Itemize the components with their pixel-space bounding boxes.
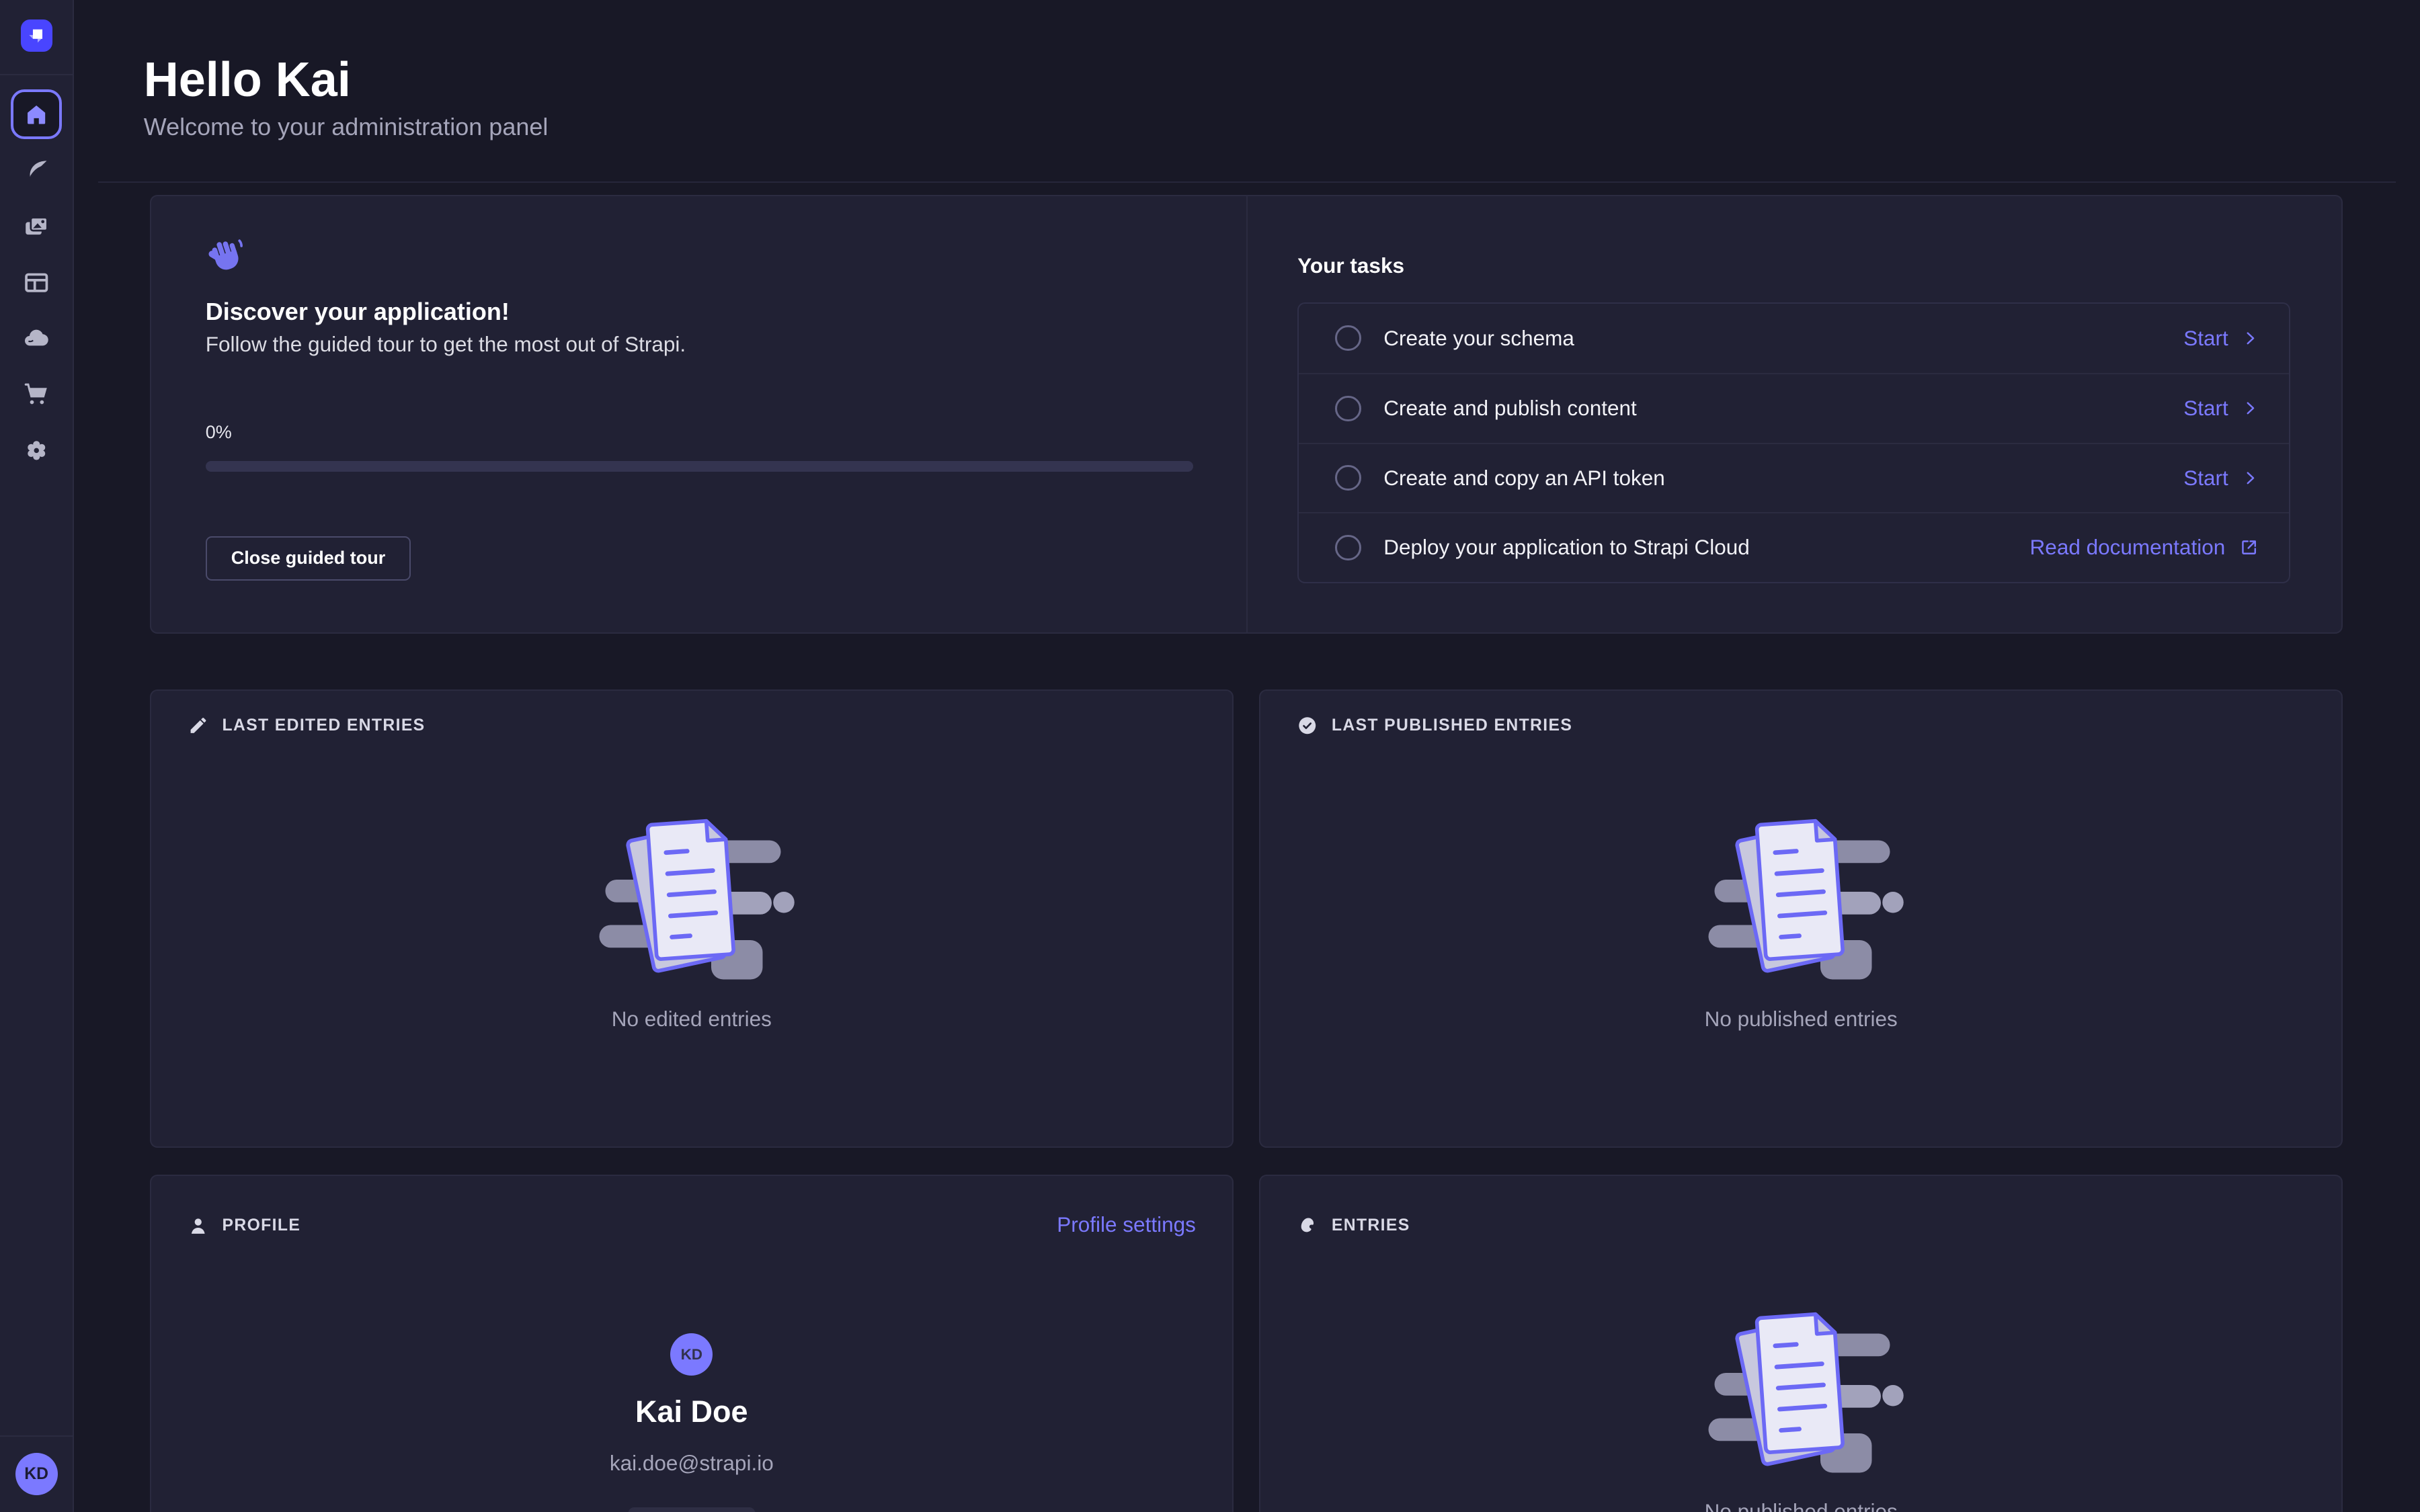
profile-role-badge — [628, 1507, 755, 1512]
layout-icon — [23, 269, 50, 296]
sidebar-item-settings[interactable] — [23, 437, 50, 464]
home-icon — [24, 101, 49, 127]
sidebar: KD — [0, 0, 74, 1512]
task-row-create-schema[interactable]: Create your schema Start — [1299, 304, 2289, 374]
empty-state-text: No published entries — [1705, 1004, 1898, 1034]
task-label: Create your schema — [1383, 326, 2183, 351]
chevron-right-icon — [2242, 400, 2259, 417]
sidebar-item-content-type-builder[interactable] — [23, 269, 50, 296]
widget-title: ENTRIES — [1332, 1216, 1410, 1235]
task-row-api-token[interactable]: Create and copy an API token Start — [1299, 443, 2289, 513]
sidebar-bottom-divider — [0, 1435, 73, 1437]
task-action-label: Start — [2183, 326, 2228, 351]
profile-settings-link[interactable]: Profile settings — [1057, 1212, 1196, 1237]
widget-title: PROFILE — [223, 1216, 301, 1235]
strapi-logo[interactable] — [21, 19, 52, 51]
task-status-circle-icon — [1335, 325, 1361, 351]
profile-avatar: KD — [670, 1333, 713, 1376]
images-icon — [23, 213, 50, 241]
cloud-icon — [23, 324, 50, 353]
task-label: Create and publish content — [1383, 396, 2183, 421]
waving-hand-icon — [206, 234, 245, 274]
empty-documents-illustration — [1687, 1294, 1914, 1488]
page-title: Hello Kai — [144, 52, 2420, 110]
quill-icon — [1297, 1216, 1318, 1237]
sidebar-user-avatar[interactable]: KD — [15, 1453, 58, 1495]
empty-documents-illustration — [578, 801, 805, 995]
tasks-list: Create your schema Start Create and publ… — [1297, 302, 2290, 583]
empty-state-text: No published entries — [1705, 1497, 1898, 1512]
widget-title: LAST EDITED ENTRIES — [223, 716, 426, 735]
empty-documents-illustration — [1687, 801, 1914, 995]
task-action-label: Start — [2183, 396, 2228, 421]
task-status-circle-icon — [1335, 535, 1361, 560]
progress-label: 0% — [206, 420, 1192, 444]
feather-icon — [23, 157, 50, 185]
external-link-icon — [2239, 538, 2259, 557]
task-row-publish-content[interactable]: Create and publish content Start — [1299, 373, 2289, 443]
cart-icon — [23, 380, 50, 409]
gear-icon — [23, 436, 50, 465]
last-published-entries-widget: LAST PUBLISHED ENTRIES No published entr… — [1259, 689, 2343, 1148]
entries-widget: ENTRIES No published entries — [1259, 1175, 2343, 1512]
widgets-grid: LAST EDITED ENTRIES No edited entries — [150, 689, 2343, 1512]
task-action-label: Start — [2183, 466, 2228, 491]
task-start-link[interactable]: Start — [2183, 396, 2259, 421]
page-subtitle: Welcome to your administration panel — [144, 109, 2420, 145]
guided-tour-title: Discover your application! — [206, 296, 1192, 327]
sidebar-item-cloud[interactable] — [23, 325, 50, 353]
sidebar-item-marketplace[interactable] — [23, 381, 50, 409]
task-label: Deploy your application to Strapi Cloud — [1383, 535, 2029, 560]
progress-bar — [206, 461, 1193, 472]
check-circle-icon — [1297, 715, 1318, 737]
pencil-icon — [188, 715, 209, 737]
tasks-title: Your tasks — [1297, 252, 2290, 280]
guided-tour-pane: Discover your application! Follow the gu… — [151, 196, 1248, 632]
task-status-circle-icon — [1335, 396, 1361, 421]
chevron-right-icon — [2242, 330, 2259, 347]
task-start-link[interactable]: Start — [2183, 326, 2259, 351]
sidebar-item-home[interactable] — [11, 89, 63, 139]
last-edited-entries-widget: LAST EDITED ENTRIES No edited entries — [150, 689, 1234, 1148]
profile-name: Kai Doe — [635, 1394, 748, 1430]
task-row-deploy-cloud[interactable]: Deploy your application to Strapi Cloud … — [1299, 512, 2289, 582]
main-content: Hello Kai Welcome to your administration… — [74, 0, 2420, 1512]
chevron-right-icon — [2242, 470, 2259, 487]
person-icon — [188, 1216, 209, 1237]
profile-widget: PROFILE Profile settings KD Kai Doe kai.… — [150, 1175, 1234, 1512]
empty-state-text: No edited entries — [612, 1004, 772, 1034]
task-action-label: Read documentation — [2030, 535, 2226, 560]
task-label: Create and copy an API token — [1383, 466, 2183, 491]
guided-tour-subtitle: Follow the guided tour to get the most o… — [206, 329, 1192, 360]
close-guided-tour-button[interactable]: Close guided tour — [206, 536, 411, 580]
task-status-circle-icon — [1335, 465, 1361, 491]
read-documentation-link[interactable]: Read documentation — [2030, 535, 2259, 560]
strapi-admin-app: KD Hello Kai Welcome to your administrat… — [0, 0, 2420, 1512]
sidebar-item-content-manager[interactable] — [23, 157, 50, 185]
guided-tour-card: Discover your application! Follow the gu… — [150, 195, 2343, 634]
strapi-logo-icon — [25, 24, 48, 47]
tasks-pane: Your tasks Create your schema Start — [1248, 196, 2341, 632]
sidebar-divider — [0, 74, 73, 75]
task-start-link[interactable]: Start — [2183, 466, 2259, 491]
sidebar-item-media-library[interactable] — [23, 213, 50, 241]
profile-email: kai.doe@strapi.io — [610, 1448, 774, 1478]
widget-title: LAST PUBLISHED ENTRIES — [1332, 716, 1572, 735]
